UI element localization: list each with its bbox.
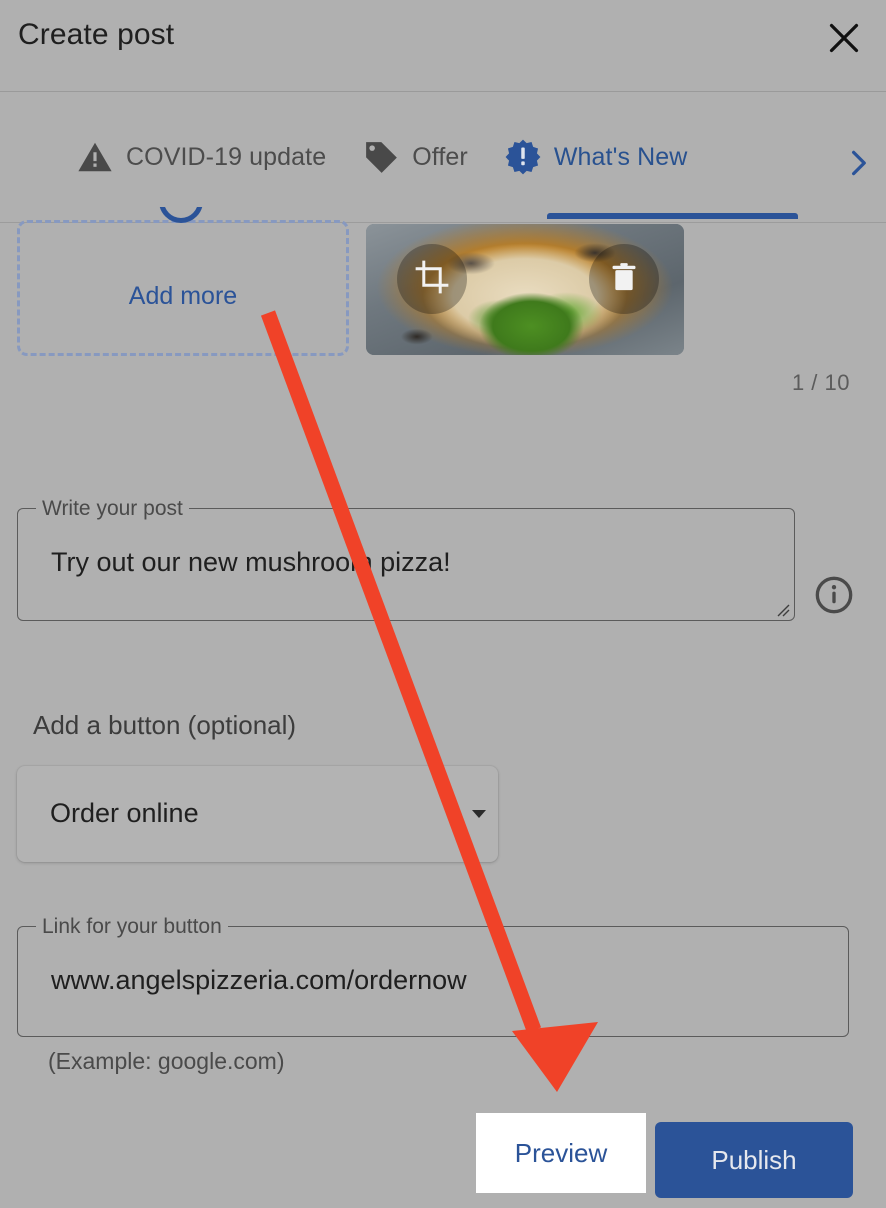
- button-type-select[interactable]: Order online: [17, 766, 498, 862]
- tab-label: Offer: [412, 142, 468, 171]
- button-type-value: Order online: [50, 798, 199, 828]
- media-thumbnail[interactable]: [366, 224, 684, 355]
- tab-label: COVID-19 update: [126, 142, 327, 171]
- close-icon: [827, 21, 861, 55]
- link-helper-text: (Example: google.com): [48, 1048, 285, 1074]
- burst-exclamation-icon: [504, 138, 542, 176]
- warning-triangle-icon: [76, 138, 114, 176]
- tab-label: What's New: [553, 142, 688, 171]
- post-text-legend: Write your post: [36, 497, 189, 521]
- add-more-label: Add more: [128, 281, 238, 310]
- post-text-field[interactable]: Write your post Try out our new mushroom…: [17, 497, 795, 621]
- media-counter: 1 / 10: [791, 370, 850, 395]
- crop-image-button[interactable]: [397, 244, 467, 314]
- button-link-value: www.angelspizzeria.com/ordernow: [51, 965, 467, 995]
- resize-handle-icon[interactable]: [772, 599, 790, 617]
- post-text-value: Try out our new mushroom pizza!: [51, 547, 451, 577]
- button-link-legend: Link for your button: [36, 915, 228, 939]
- info-circle-icon: [814, 576, 854, 619]
- page-title: Create post: [18, 18, 175, 51]
- dialog-header: Create post: [0, 0, 886, 92]
- tag-icon: [362, 138, 400, 176]
- create-post-dialog: Create post COVID-19 update Offer What's…: [0, 0, 886, 1208]
- media-row: Add more 1 / 10: [0, 200, 886, 395]
- preview-button[interactable]: Preview: [476, 1113, 646, 1193]
- publish-button[interactable]: Publish: [655, 1122, 853, 1198]
- button-link-field[interactable]: Link for your button www.angelspizzeria.…: [17, 915, 849, 1037]
- tab-whats-new[interactable]: What's New: [486, 129, 706, 185]
- add-more-dropzone[interactable]: Add more: [17, 207, 349, 356]
- dropdown-caret-icon: [472, 810, 486, 818]
- close-button[interactable]: [822, 16, 866, 60]
- chevron-right-icon: [843, 148, 873, 183]
- tabs-next-button[interactable]: [836, 143, 880, 187]
- plus-circle-icon: [156, 207, 210, 233]
- post-info-button[interactable]: [814, 575, 854, 615]
- tab-offer[interactable]: Offer: [344, 129, 486, 185]
- trash-icon: [608, 261, 640, 298]
- delete-image-button[interactable]: [589, 244, 659, 314]
- tab-covid-19-update[interactable]: COVID-19 update: [58, 129, 344, 185]
- add-button-section-label: Add a button (optional): [33, 710, 297, 740]
- crop-icon: [415, 260, 449, 299]
